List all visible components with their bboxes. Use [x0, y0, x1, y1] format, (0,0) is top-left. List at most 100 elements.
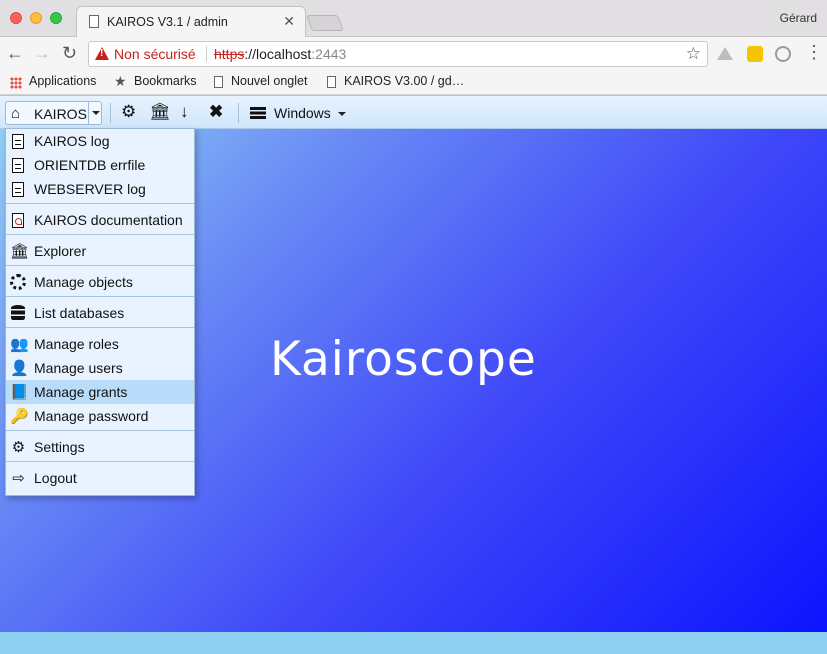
browser-tab[interactable]: KAIROS V3.1 / admin ✕: [76, 6, 306, 37]
kairos-dropdown-menu: KAIROS log ORIENTDB errfile WEBSERVER lo…: [5, 128, 195, 496]
menu-item-label: Logout: [34, 470, 77, 486]
page-icon: [214, 76, 223, 88]
menu-item-label: KAIROS documentation: [34, 212, 183, 228]
lock-extension-icon[interactable]: [747, 46, 763, 62]
menu-item-label: Manage password: [34, 408, 149, 424]
page-viewport: ⌂ KAIROS ⚙ 🏛 ↓ ✖ Windows Kairoscope KAIR…: [0, 96, 827, 632]
app-toolbar: ⌂ KAIROS ⚙ 🏛 ↓ ✖ Windows: [0, 96, 827, 129]
menu-item-kairos-log[interactable]: KAIROS log: [6, 129, 194, 153]
menu-item-manage-roles[interactable]: 👥 Manage roles: [6, 332, 194, 356]
menu-item-manage-objects[interactable]: Manage objects: [6, 270, 194, 294]
menu-divider: [6, 296, 194, 297]
kairos-menu-label: KAIROS: [34, 106, 87, 122]
menu-item-label: WEBSERVER log: [34, 181, 146, 197]
menu-item-orientdb-errfile[interactable]: ORIENTDB errfile: [6, 153, 194, 177]
close-icon[interactable]: ✖: [209, 101, 223, 123]
arrow-down-icon[interactable]: ↓: [180, 101, 189, 123]
omnibox[interactable]: ! Non sécurisé https://localhost:2443 ☆: [88, 41, 708, 67]
url-text[interactable]: https://localhost:2443: [214, 46, 346, 62]
reload-icon[interactable]: ↻: [62, 44, 77, 62]
file-pdf-icon: [10, 212, 27, 229]
menu-item-label: List databases: [34, 305, 125, 321]
menu-item-manage-users[interactable]: 👤 Manage users: [6, 356, 194, 380]
url-separator: ://: [244, 46, 257, 62]
windows-menu-label[interactable]: Windows: [274, 105, 331, 121]
back-arrow-icon[interactable]: ←: [6, 44, 24, 62]
bookmark-nouvel-onglet[interactable]: Nouvel onglet: [231, 74, 307, 88]
menu-item-label: ORIENTDB errfile: [34, 157, 146, 173]
page-icon: [89, 15, 99, 28]
bookmark-bookmarks[interactable]: Bookmarks: [134, 74, 197, 88]
window-close-button[interactable]: [10, 12, 22, 24]
file-text-icon: [10, 157, 27, 174]
kairos-menu-button[interactable]: ⌂ KAIROS: [5, 101, 102, 125]
bank-icon[interactable]: 🏛: [149, 101, 171, 123]
menu-divider: [6, 430, 194, 431]
list-icon[interactable]: [250, 107, 266, 119]
menu-item-label: Manage objects: [34, 274, 133, 290]
forward-arrow-icon[interactable]: →: [33, 44, 51, 62]
tab-title: KAIROS V3.1 / admin: [107, 15, 228, 29]
tab-close-icon[interactable]: ✕: [283, 13, 295, 30]
menu-divider: [6, 203, 194, 204]
menu-item-label: Manage users: [34, 360, 123, 376]
bookmark-applications[interactable]: Applications: [29, 74, 96, 88]
window-minimize-button[interactable]: [30, 12, 42, 24]
bank-icon: 🏛: [10, 243, 30, 260]
not-secure-label[interactable]: Non sécurisé: [114, 46, 196, 62]
url-scheme: https: [214, 46, 245, 62]
menu-divider: [6, 461, 194, 462]
key-icon: 🔑: [10, 408, 29, 425]
url-port: :2443: [311, 46, 347, 62]
toolbar-divider: [238, 103, 239, 123]
menu-divider: [6, 327, 194, 328]
spinner-icon: [10, 274, 27, 291]
new-tab-button[interactable]: [306, 15, 344, 31]
menu-item-label: Settings: [34, 439, 85, 455]
book-icon: 📘: [10, 384, 29, 401]
menu-item-manage-grants[interactable]: 📘 Manage grants: [6, 380, 194, 404]
address-toolbar: ← → ↻ ! Non sécurisé https://localhost:2…: [0, 37, 827, 71]
drive-extension-icon[interactable]: [717, 47, 733, 60]
profile-name[interactable]: Gérard: [780, 11, 817, 25]
menu-item-logout[interactable]: ⇨ Logout: [6, 466, 194, 490]
browser-menu-icon[interactable]: ⋮: [805, 42, 823, 63]
file-text-icon: [10, 133, 27, 150]
menu-item-label: Explorer: [34, 243, 87, 259]
sign-out-icon: ⇨: [12, 470, 25, 487]
menu-divider: [6, 234, 194, 235]
window-zoom-button[interactable]: [50, 12, 62, 24]
menu-item-explorer[interactable]: 🏛 Explorer: [6, 239, 194, 263]
menu-item-label: KAIROS log: [34, 133, 110, 149]
apps-grid-icon[interactable]: [10, 77, 22, 89]
bookmarks-star-icon: ★: [114, 73, 127, 89]
bookmark-star-icon[interactable]: ☆: [686, 44, 701, 64]
extension-circle-icon[interactable]: [775, 46, 791, 62]
menu-item-label: Manage roles: [34, 336, 119, 352]
menu-item-webserver-log[interactable]: WEBSERVER log: [6, 177, 194, 201]
menu-item-manage-password[interactable]: 🔑 Manage password: [6, 404, 194, 428]
menu-item-list-databases[interactable]: List databases: [6, 301, 194, 325]
toolbar-divider: [110, 103, 111, 123]
chevron-down-icon[interactable]: [338, 112, 346, 116]
omnibox-divider: [206, 46, 207, 62]
page-icon: [327, 76, 336, 88]
kairos-menu-dropdown-toggle[interactable]: [88, 102, 102, 124]
database-icon: [10, 305, 27, 322]
bookmark-kairos-v300[interactable]: KAIROS V3.00 / gd…: [344, 74, 464, 88]
users-icon: 👥: [10, 336, 29, 353]
file-text-icon: [10, 181, 27, 198]
chevron-down-icon: [92, 111, 100, 115]
gear-icon: ⚙: [11, 439, 26, 456]
menu-item-settings[interactable]: ⚙ Settings: [6, 435, 194, 459]
bookmarks-bar: Applications ★ Bookmarks Nouvel onglet K…: [0, 71, 827, 95]
menu-item-kairos-documentation[interactable]: KAIROS documentation: [6, 208, 194, 232]
page-bottom-strip: [0, 632, 827, 654]
user-icon: 👤: [10, 360, 29, 377]
menu-item-label: Manage grants: [34, 384, 128, 400]
menu-divider: [6, 265, 194, 266]
home-icon: ⌂: [11, 105, 21, 122]
gear-icon[interactable]: ⚙: [121, 101, 136, 123]
kairoscope-logo-text: Kairoscope: [270, 332, 537, 387]
browser-tab-bar: KAIROS V3.1 / admin ✕ Gérard: [0, 0, 827, 37]
